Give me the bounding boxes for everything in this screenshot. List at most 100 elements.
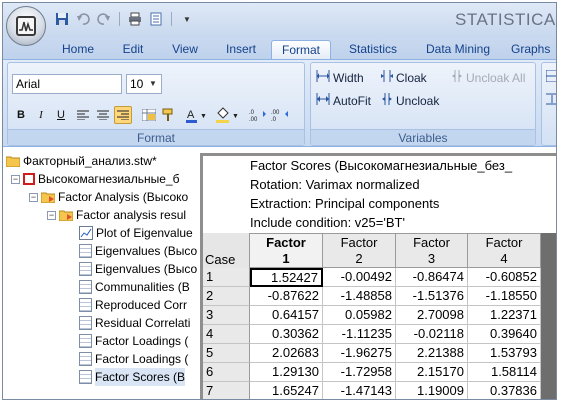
properties-icon[interactable] [147,10,165,28]
tree-item-communalities[interactable]: Communalities (В [79,278,190,296]
table-cell[interactable]: 0.64157 [250,306,323,325]
spreadsheet-icon [79,316,92,330]
font-name-combo[interactable]: Arial [12,74,122,94]
table-cell[interactable]: 1.53793 [468,344,541,363]
tab-data-mining[interactable]: Data Mining [417,40,499,59]
statistica-logo-icon [16,16,36,36]
table-cell[interactable]: -1.48858 [323,287,396,306]
table-cell[interactable]: -0.00492 [323,268,396,287]
application-menu-button[interactable] [6,6,46,46]
tab-insert[interactable]: Insert [217,40,265,59]
table-cell[interactable]: -1.18550 [468,287,541,306]
row-header[interactable]: 7 [203,382,250,399]
cases-row-icon[interactable] [546,70,556,82]
collapse-icon[interactable]: − [29,192,38,202]
tree-item-eigenvalues-2[interactable]: Eigenvalues (Высо [79,260,197,278]
align-right-icon[interactable] [114,106,132,124]
spreadsheet-info-header: Factor Scores (Высокомагнезиальные_без_ … [203,156,556,233]
format-painter-icon[interactable] [160,106,178,124]
tree-item-reproduced-corr[interactable]: Reproduced Corr [79,296,187,314]
table-cell[interactable]: -1.51376 [396,287,468,306]
row-header[interactable]: 4 [203,325,250,344]
collapse-icon[interactable]: − [47,210,56,220]
row-header[interactable]: 6 [203,363,250,382]
column-header-factor-1[interactable]: Factor 1 [250,233,323,268]
table-cell[interactable]: 1.65247 [250,382,323,399]
uncloak-all-button[interactable]: Uncloak All [451,70,525,85]
underline-button[interactable]: U [52,106,70,124]
tree-item-dataset[interactable]: − Высокомагнезиальные_б [11,170,179,188]
table-cell[interactable]: 0.37836 [468,382,541,399]
tree-item-factor-analysis[interactable]: − Factor Analysis (Высоко [29,188,188,206]
column-header-line2: 1 [282,251,290,266]
tab-edit[interactable]: Edit [113,40,153,59]
italic-button[interactable]: I [32,106,50,124]
tab-graphs[interactable]: Graphs [511,40,556,59]
autofit-button[interactable]: AutoFit [316,93,371,108]
table-cell[interactable]: -0.02118 [396,325,468,344]
tree-item-eigenvalues-1[interactable]: Eigenvalues (Высо [79,242,197,260]
row-header[interactable]: 3 [203,306,250,325]
table-cell[interactable]: -0.86474 [396,268,468,287]
table-cell[interactable]: -1.72958 [323,363,396,382]
redo-icon[interactable] [95,10,113,28]
table-cell[interactable]: -1.96275 [323,344,396,363]
cases-height-icon[interactable] [546,93,556,105]
bold-button[interactable]: B [12,106,30,124]
customize-qat-chevron-down-icon[interactable]: ▼ [178,10,196,28]
undo-icon[interactable] [74,10,92,28]
tab-home[interactable]: Home [55,40,101,59]
tree-item-residual-corr[interactable]: Residual Correlati [79,314,190,332]
cloak-button[interactable]: Cloak [381,70,427,85]
row-header[interactable]: 2 [203,287,250,306]
column-header-factor-4[interactable]: Factor 4 [468,233,541,268]
tab-format[interactable]: Format [271,40,331,59]
print-icon[interactable] [126,10,144,28]
tab-view[interactable]: View [163,40,207,59]
row-header[interactable]: 5 [203,344,250,363]
row-header[interactable]: 1 [203,268,250,287]
table-cell[interactable]: 1.19009 [396,382,468,399]
cases-group [541,62,556,146]
collapse-icon[interactable]: − [11,174,20,184]
font-color-icon[interactable]: A ▼ [184,106,210,124]
align-center-icon[interactable] [94,106,112,124]
column-header-factor-3[interactable]: Factor 3 [396,233,468,268]
tree-item-workbook[interactable]: Факторный_анализ.stw* [6,152,157,170]
spreadsheet-icon [79,280,92,294]
font-size-combo[interactable]: 10 ▼ [126,74,162,94]
table-cell[interactable]: 2.21388 [396,344,468,363]
tab-statistics[interactable]: Statistics [341,40,405,59]
table-cell[interactable]: 0.39640 [468,325,541,344]
table-cell[interactable]: 1.52427 [250,268,323,287]
tree-item-factor-loadings-2[interactable]: Factor Loadings ( [79,350,188,368]
table-cell[interactable]: 0.30362 [250,325,323,344]
svg-text:▼: ▼ [200,113,207,120]
column-header-line1: Factor [413,235,450,250]
increase-decimal-icon[interactable]: .0.00 [248,106,268,124]
format-cells-icon[interactable] [140,106,158,124]
table-cell[interactable]: -0.87622 [250,287,323,306]
decrease-decimal-icon[interactable]: .00.0 [270,106,290,124]
width-button[interactable]: Width [316,70,364,85]
table-cell[interactable]: 0.05982 [323,306,396,325]
save-icon[interactable] [53,10,71,28]
table-cell[interactable]: 1.22371 [468,306,541,325]
align-left-icon[interactable] [74,106,92,124]
table-cell[interactable]: 2.15170 [396,363,468,382]
uncloak-button[interactable]: Uncloak [381,93,439,108]
tree-item-factor-scores[interactable]: Factor Scores (В [79,368,186,386]
tree-item-label: Factor Analysis (Высоко [58,190,189,204]
table-cell[interactable]: 1.29130 [250,363,323,382]
table-cell[interactable]: 2.02683 [250,344,323,363]
tree-item-factor-loadings-1[interactable]: Factor Loadings ( [79,332,188,350]
fill-color-icon[interactable]: ▼ [214,106,242,124]
table-cell[interactable]: 2.70098 [396,306,468,325]
table-cell[interactable]: -1.47143 [323,382,396,399]
column-header-factor-2[interactable]: Factor 2 [323,233,396,268]
table-cell[interactable]: -1.11235 [323,325,396,344]
tree-item-plot-eigenvalues[interactable]: Plot of Eigenvalue [79,224,193,242]
table-cell[interactable]: 1.58114 [468,363,541,382]
table-cell[interactable]: -0.60852 [468,268,541,287]
tree-item-factor-results[interactable]: − Factor analysis resul [47,206,186,224]
